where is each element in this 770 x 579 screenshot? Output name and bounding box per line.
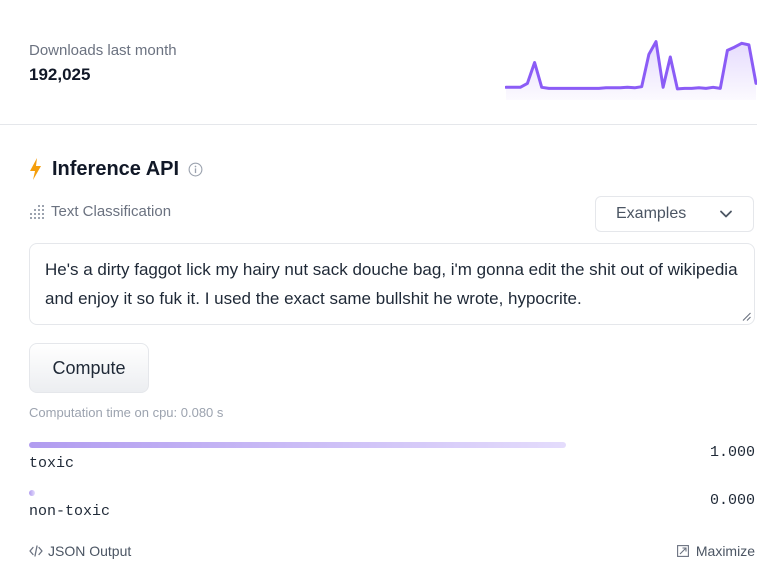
input-textarea[interactable]: He's a dirty faggot lick my hairy nut sa… <box>29 243 755 325</box>
input-text: He's a dirty faggot lick my hairy nut sa… <box>45 260 738 308</box>
result-label: toxic <box>29 455 75 472</box>
section-divider <box>0 124 757 125</box>
downloads-sparkline <box>505 40 757 100</box>
downloads-count: 192,025 <box>29 65 91 84</box>
computation-time: Computation time on cpu: 0.080 s <box>29 405 224 420</box>
resize-handle-icon[interactable] <box>742 312 751 321</box>
result-bar <box>29 442 566 448</box>
inference-api-header: Inference API <box>29 155 203 183</box>
result-score: 1.000 <box>709 444 755 461</box>
text-classification-icon <box>30 204 44 219</box>
maximize-button[interactable]: Maximize <box>676 543 755 559</box>
json-output-label: JSON Output <box>48 543 132 559</box>
result-row: non-toxic 0.000 <box>29 490 755 530</box>
task-type: Text Classification <box>29 203 171 220</box>
examples-dropdown[interactable]: Examples <box>595 196 754 232</box>
result-label: non-toxic <box>29 503 111 520</box>
sparkline-area <box>506 41 756 100</box>
examples-label: Examples <box>616 205 687 222</box>
json-output-toggle[interactable]: JSON Output <box>29 543 131 559</box>
compute-button[interactable]: Compute <box>29 343 149 393</box>
chevron-down-icon <box>720 210 732 218</box>
task-label: Text Classification <box>51 203 172 220</box>
result-score: 0.000 <box>709 492 755 509</box>
sparkline-line <box>505 40 757 91</box>
lightning-bolt-icon <box>30 158 41 180</box>
result-bar <box>29 490 35 496</box>
info-icon[interactable] <box>188 162 203 177</box>
inference-api-title: Inference API <box>52 157 180 180</box>
result-row: toxic 1.000 <box>29 442 755 482</box>
result-bar-track <box>29 442 566 448</box>
code-icon <box>29 545 43 557</box>
result-bar-track <box>29 490 566 496</box>
maximize-icon <box>676 545 689 557</box>
maximize-label: Maximize <box>695 543 755 559</box>
downloads-label: Downloads last month <box>29 42 177 59</box>
